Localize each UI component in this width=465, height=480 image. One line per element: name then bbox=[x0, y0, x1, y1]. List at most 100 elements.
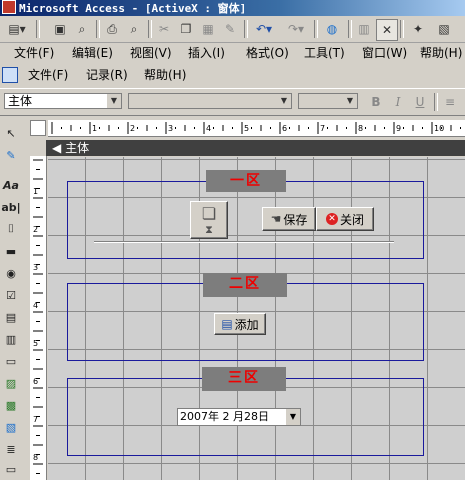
date-picker-value: 2007年 2 月28日 bbox=[180, 410, 269, 423]
align-left-icon[interactable]: ≡ bbox=[440, 92, 460, 112]
bold-button[interactable]: B bbox=[366, 92, 386, 112]
ruler-number: 7 bbox=[33, 415, 38, 424]
design-toolbar: ▤▾ ▣ ⌕ ⎙ ⌕ ✂ ❐ ▦ ✎ ↶▾ ↷▾ ◍ ▥ ✕ ✦ ▧ bbox=[0, 16, 465, 43]
menu-tools[interactable]: 工具(T) bbox=[304, 43, 345, 63]
toggle-button-icon[interactable]: ▬ bbox=[2, 242, 20, 260]
image-icon[interactable]: ▨ bbox=[2, 374, 20, 392]
redo-icon[interactable]: ↷▾ bbox=[282, 19, 310, 39]
bound-object-icon[interactable]: ▧ bbox=[2, 418, 20, 436]
object-combo[interactable]: 主体 ▼ bbox=[4, 93, 122, 109]
close-icon: ✕ bbox=[325, 213, 338, 225]
menu-window[interactable]: 窗口(W) bbox=[362, 43, 407, 63]
font-size-combo[interactable]: ▼ bbox=[298, 93, 358, 109]
chevron-down-icon: ▼ bbox=[107, 94, 121, 108]
section-title: 主体 bbox=[65, 141, 90, 155]
hyperlink-icon[interactable]: ◍ bbox=[322, 19, 342, 39]
divider-line[interactable] bbox=[94, 241, 394, 243]
ruler-number: 9 bbox=[396, 124, 401, 133]
date-picker[interactable]: 2007年 2 月28日 ▼ bbox=[177, 408, 301, 426]
section-arrow-icon: ◀ bbox=[52, 141, 62, 155]
book-icon: ▤ bbox=[221, 317, 233, 331]
field-list-icon[interactable]: ▥ bbox=[354, 19, 374, 39]
copy-icon[interactable]: ❐ bbox=[176, 19, 196, 39]
undo-icon[interactable]: ↶▾ bbox=[250, 19, 278, 39]
print-icon[interactable]: ⎙ bbox=[102, 19, 122, 39]
paste-icon[interactable]: ▦ bbox=[198, 19, 218, 39]
page-break-icon[interactable]: ≣ bbox=[2, 440, 20, 458]
ruler-number: 2 bbox=[33, 225, 38, 234]
menu-insert[interactable]: 插入(I) bbox=[188, 43, 225, 63]
option-button-icon[interactable]: ◉ bbox=[2, 264, 20, 282]
windows-stack-icon: ❏ bbox=[201, 203, 217, 223]
title-bar: Microsoft Access - [ActiveX : 窗体] bbox=[0, 0, 465, 16]
ruler-number: 10 bbox=[434, 124, 444, 133]
ruler-number: 2 bbox=[130, 124, 135, 133]
cut-icon[interactable]: ✂ bbox=[154, 19, 174, 39]
form-detail-section[interactable]: 一区 ❏ ⧗ ☚ 保存 ✕ 关闭 二区 ▤ 添加 三区 2007年 2 月28日… bbox=[48, 157, 465, 480]
formatting-toolbar: 主体 ▼ ▼ ▼ B I U ≡ bbox=[0, 88, 465, 116]
close-button[interactable]: ✕ 关闭 bbox=[316, 207, 374, 231]
access-app-icon bbox=[2, 0, 16, 14]
hourglass-icon: ⧗ bbox=[205, 222, 213, 236]
submenu-records[interactable]: 记录(R) bbox=[86, 65, 128, 85]
ruler-number: 5 bbox=[244, 124, 249, 133]
ruler-number: 3 bbox=[33, 263, 38, 272]
main-menu-bar: 文件(F) 编辑(E) 视图(V) 插入(I) 格式(O) 工具(T) 窗口(W… bbox=[0, 43, 465, 63]
ruler-number: 8 bbox=[358, 124, 363, 133]
option-group-icon[interactable]: ⌷ bbox=[2, 220, 20, 238]
zone-1-label[interactable]: 一区 bbox=[206, 170, 286, 192]
font-name-combo[interactable]: ▼ bbox=[128, 93, 292, 109]
ruler-number: 5 bbox=[33, 339, 38, 348]
record-menu-bar: 文件(F) 记录(R) 帮助(H) bbox=[0, 65, 465, 85]
form-icon bbox=[2, 67, 18, 83]
menu-file[interactable]: 文件(F) bbox=[14, 43, 54, 63]
code-icon[interactable]: ▧ bbox=[434, 19, 454, 39]
underline-button[interactable]: U bbox=[410, 92, 430, 112]
unbound-object-icon[interactable]: ▩ bbox=[2, 396, 20, 414]
zone-3-label[interactable]: 三区 bbox=[202, 367, 286, 391]
save-icon[interactable]: ▣ bbox=[50, 19, 70, 39]
search-icon[interactable]: ⌕ bbox=[72, 19, 92, 39]
window-title: Microsoft Access - [ActiveX : 窗体] bbox=[19, 2, 247, 15]
autoformat-icon[interactable]: ✦ bbox=[408, 19, 428, 39]
activex-control[interactable]: ❏ ⧗ bbox=[190, 201, 228, 239]
ruler-number: 6 bbox=[33, 377, 38, 386]
menu-format[interactable]: 格式(O) bbox=[246, 43, 289, 63]
section-header-bar[interactable]: ◀ 主体 bbox=[46, 140, 465, 156]
command-button-icon[interactable]: ▭ bbox=[2, 352, 20, 370]
horizontal-ruler: 1 2 3 4 5 6 7 8 9 10 bbox=[48, 120, 465, 137]
checkbox-icon[interactable]: ☑ bbox=[2, 286, 20, 304]
menu-help[interactable]: 帮助(H) bbox=[420, 43, 462, 63]
hand-icon: ☚ bbox=[270, 212, 282, 226]
submenu-file[interactable]: 文件(F) bbox=[28, 65, 68, 85]
combo-box-icon[interactable]: ▤ bbox=[2, 308, 20, 326]
menu-edit[interactable]: 编辑(E) bbox=[72, 43, 113, 63]
ruler-number: 4 bbox=[33, 301, 38, 310]
toolbox-icon[interactable]: ✕ bbox=[376, 19, 398, 41]
select-pointer-icon[interactable]: ↖ bbox=[2, 124, 20, 142]
ruler-corner[interactable] bbox=[30, 120, 46, 136]
view-icon[interactable]: ▤▾ bbox=[2, 19, 32, 39]
chevron-down-icon[interactable]: ▼ bbox=[285, 409, 300, 425]
format-painter-icon[interactable]: ✎ bbox=[220, 19, 240, 39]
submenu-help[interactable]: 帮助(H) bbox=[144, 65, 186, 85]
ruler-number: 7 bbox=[320, 124, 325, 133]
chevron-down-icon: ▼ bbox=[277, 94, 291, 108]
ruler-number: 3 bbox=[168, 124, 173, 133]
label-tool-icon[interactable]: Aa bbox=[2, 176, 20, 194]
list-box-icon[interactable]: ▥ bbox=[2, 330, 20, 348]
wizard-icon[interactable]: ✎ bbox=[2, 146, 20, 164]
ruler-number: 8 bbox=[33, 453, 38, 462]
tab-control-icon[interactable]: ▭ bbox=[2, 460, 20, 478]
zone-2-label[interactable]: 二区 bbox=[203, 273, 287, 297]
ruler-number: 6 bbox=[282, 124, 287, 133]
print-preview-icon[interactable]: ⌕ bbox=[124, 19, 144, 39]
textbox-tool-icon[interactable]: ab| bbox=[1, 198, 20, 216]
add-button[interactable]: ▤ 添加 bbox=[214, 313, 266, 335]
save-button[interactable]: ☚ 保存 bbox=[262, 207, 316, 231]
ruler-number: 4 bbox=[206, 124, 211, 133]
ruler-number: 1 bbox=[33, 187, 38, 196]
vertical-ruler: 1 2 3 4 5 6 7 8 bbox=[30, 156, 47, 480]
menu-view[interactable]: 视图(V) bbox=[130, 43, 172, 63]
italic-button[interactable]: I bbox=[388, 92, 408, 112]
